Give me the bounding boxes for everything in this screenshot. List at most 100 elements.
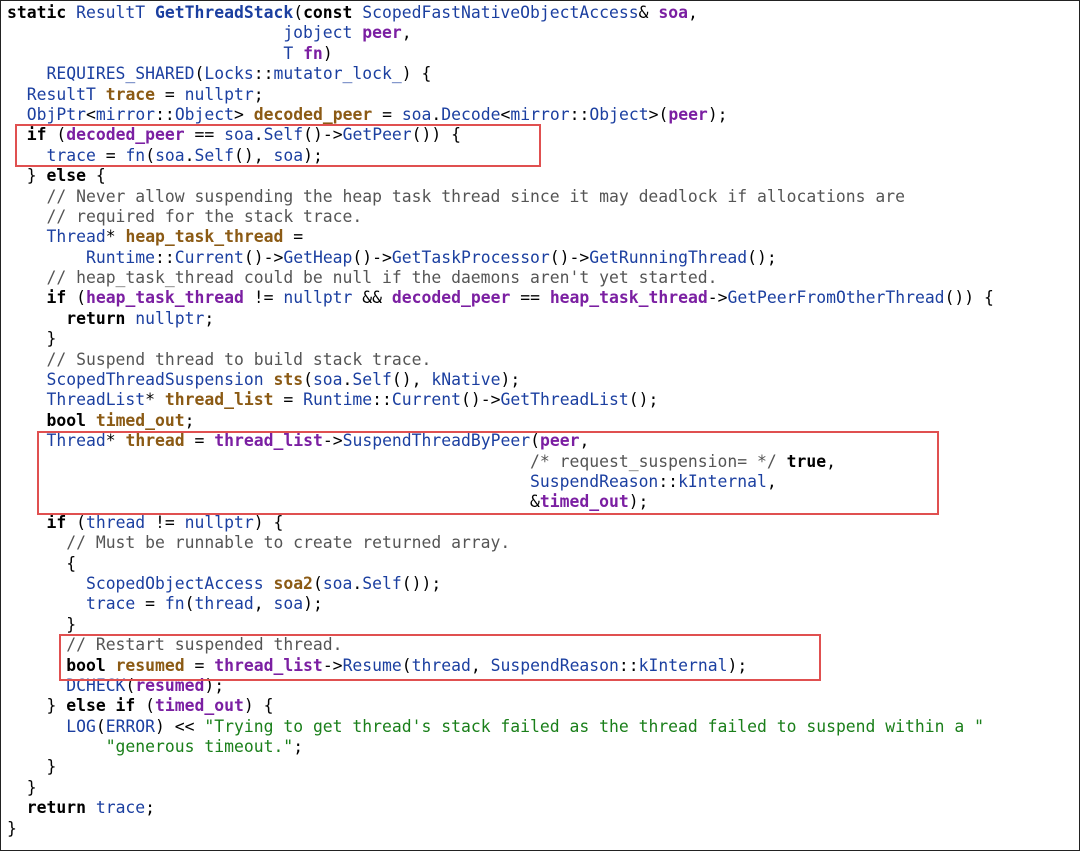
code-token: ; xyxy=(184,410,195,430)
code-token: thread xyxy=(411,655,471,675)
code-line: // Must be runnable to create returned a… xyxy=(7,533,994,553)
code-token: soa xyxy=(224,125,254,145)
code-token: thread xyxy=(125,431,185,451)
code-token: ); xyxy=(628,492,649,512)
code-token: Decode xyxy=(441,104,501,124)
code-line: static ResultT GetThreadStack(const Scop… xyxy=(7,3,994,23)
code-token: timed_out xyxy=(155,696,244,716)
code-line: } xyxy=(7,778,994,798)
code-token: . xyxy=(184,145,195,165)
code-line: REQUIRES_SHARED(Locks::mutator_lock_) { xyxy=(7,64,994,84)
code-line: &timed_out); xyxy=(7,492,994,512)
code-token: thread_list xyxy=(164,390,274,410)
code-token: GetTaskProcessor xyxy=(391,247,550,267)
code-line: "generous timeout."; xyxy=(7,737,994,757)
code-token: DCHECK xyxy=(66,675,126,695)
code-token: heap_task_thread xyxy=(549,288,708,308)
code-token: ( xyxy=(145,696,156,716)
code-token: thread_list xyxy=(214,431,323,451)
code-token: soa xyxy=(658,3,688,22)
code-token: mirror xyxy=(95,104,156,124)
code-token: != xyxy=(243,288,284,308)
code-token: fn xyxy=(125,145,146,165)
code-line: // Restart suspended thread. xyxy=(7,635,994,655)
code-token: Self xyxy=(263,125,304,145)
code-line: // required for the stack trace. xyxy=(7,207,994,227)
code-token: , xyxy=(253,594,274,614)
code-token: ); xyxy=(727,655,748,675)
code-token: ResultT xyxy=(76,3,156,22)
code-token: if xyxy=(46,288,77,308)
code-token: ; xyxy=(204,308,215,328)
code-token: SuspendThreadByPeer xyxy=(342,431,531,451)
code-token: } xyxy=(7,777,37,797)
code-token: (), xyxy=(234,145,274,165)
code-token: -> xyxy=(707,288,728,308)
code-token: ERROR xyxy=(105,716,156,736)
code-token: ( xyxy=(530,431,540,451)
code-line: // Never allow suspending the heap task … xyxy=(7,187,994,207)
code-token: ( xyxy=(293,3,304,22)
code-token: kNative xyxy=(431,370,501,390)
code-token: ( xyxy=(76,288,86,308)
code-line: LOG(ERROR) << "Trying to get thread's st… xyxy=(7,717,994,737)
code-line: SuspendReason::kInternal, xyxy=(7,472,994,492)
code-token: ( xyxy=(303,370,313,390)
code-token: } xyxy=(7,757,57,777)
code-token: peer xyxy=(539,431,580,451)
code-token: // Suspend thread to build stack trace. xyxy=(46,349,432,369)
code-token: else if xyxy=(66,696,146,716)
code-token: } xyxy=(7,614,77,634)
code-token: > xyxy=(234,104,254,124)
code-token: , xyxy=(826,451,836,471)
code-token: ) { xyxy=(253,512,284,532)
code-line: bool resumed = thread_list->Resume(threa… xyxy=(7,656,994,676)
code-token: = xyxy=(283,227,304,247)
code-token: bool xyxy=(46,410,96,430)
code-token: = xyxy=(135,594,165,614)
code-token: ResultT xyxy=(26,84,106,104)
code-line: } xyxy=(7,819,994,839)
code-token: && xyxy=(352,288,392,308)
code-token: = xyxy=(155,84,185,104)
code-token: ( xyxy=(194,64,205,84)
code-token: trace xyxy=(46,145,96,165)
code-token: ( xyxy=(145,145,156,165)
code-token: fn xyxy=(303,43,323,63)
code-token: ( xyxy=(95,716,106,736)
code-token: Runtime xyxy=(85,247,156,267)
code-token: soa2 xyxy=(273,573,313,593)
code-token: . xyxy=(342,370,353,390)
code-token: ( xyxy=(56,125,67,145)
code-token: soa xyxy=(401,104,432,124)
code-token: nullptr xyxy=(184,512,254,532)
code-token: ); xyxy=(303,594,323,614)
code-token: // heap_task_thread could be null if the… xyxy=(46,268,718,288)
code-line: if (decoded_peer == soa.Self()->GetPeer(… xyxy=(7,125,994,145)
code-token: ()-> xyxy=(461,390,501,410)
code-token: soa xyxy=(155,145,185,165)
code-token: } xyxy=(7,696,67,716)
code-line: } else { xyxy=(7,166,994,186)
code-token: ); xyxy=(707,104,728,124)
code-token: . xyxy=(253,125,264,145)
code-token: GetThreadList xyxy=(500,390,629,410)
code-token: ( xyxy=(76,512,86,532)
code-token: const xyxy=(303,3,363,22)
code-token: * xyxy=(145,390,165,410)
code-token: /* request_suspension= */ xyxy=(530,451,787,471)
code-token: < xyxy=(500,104,511,124)
